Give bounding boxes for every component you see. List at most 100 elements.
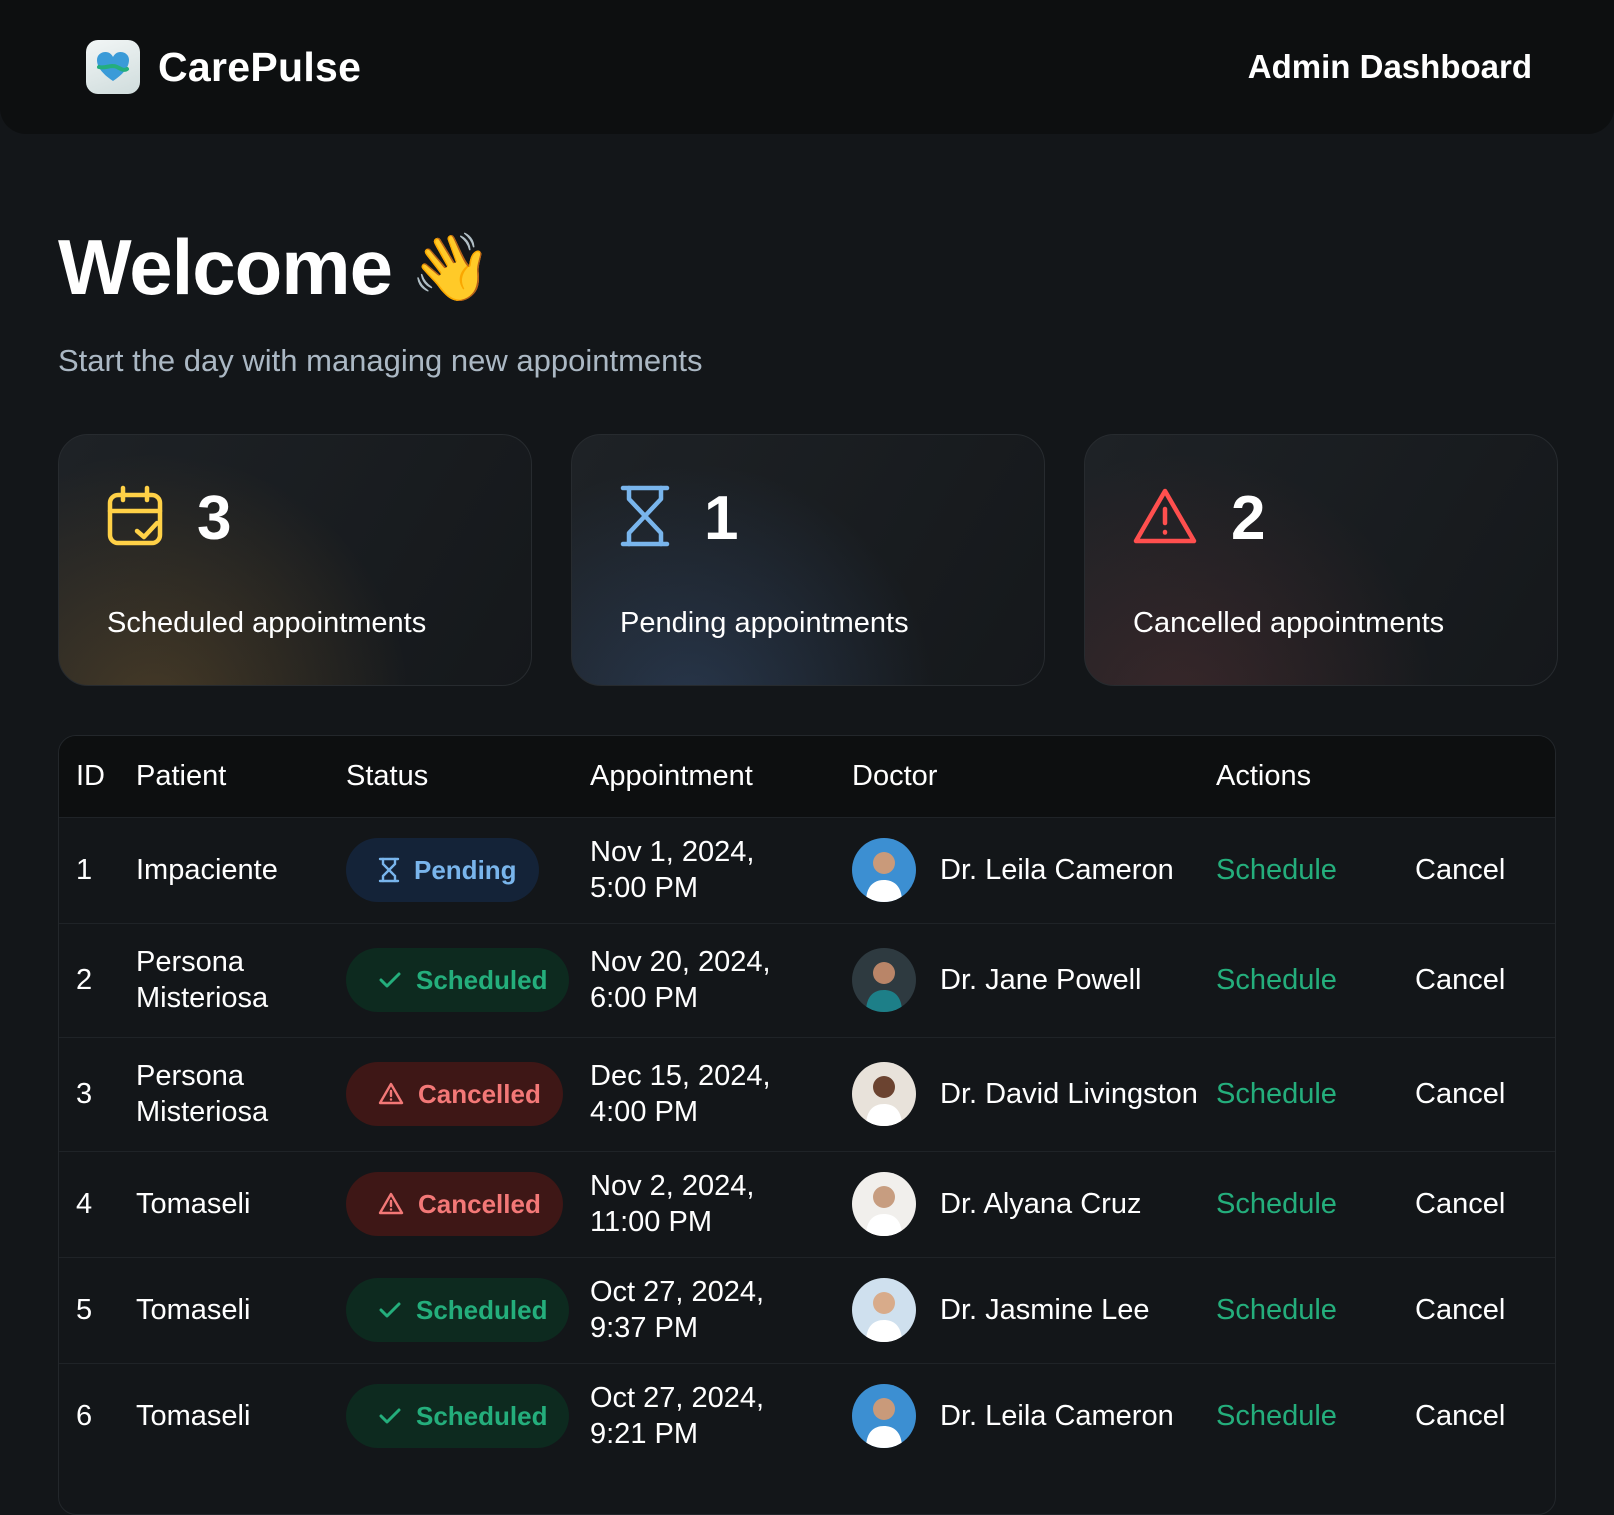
- top-header: CarePulse Admin Dashboard: [0, 0, 1614, 134]
- doctor-avatar: [852, 1062, 916, 1126]
- appointment-date: Nov 2, 2024,: [590, 1169, 755, 1202]
- status-badge-label: Scheduled: [416, 1400, 548, 1431]
- doctor-name: Dr. Jasmine Lee: [940, 1293, 1150, 1326]
- doctor-name: Dr. Jane Powell: [940, 963, 1142, 996]
- cancel-button[interactable]: Cancel: [1415, 1188, 1505, 1220]
- cell-patient: Persona Misteriosa: [136, 922, 346, 1037]
- cell-doctor: Dr. Jasmine Lee: [852, 1256, 1216, 1363]
- cell-doctor: Dr. David Livingston: [852, 1036, 1216, 1151]
- doctor-name: Dr. Leila Cameron: [940, 1399, 1174, 1432]
- cell-status: Scheduled: [346, 1362, 590, 1469]
- check-icon: [378, 1299, 402, 1321]
- table-row: 1 Impaciente Pending Nov 1, 2024, 5:00 PM Dr.…: [59, 816, 1555, 923]
- column-header-doctor: Doctor: [852, 759, 938, 792]
- schedule-button[interactable]: Schedule: [1216, 1078, 1337, 1110]
- brand-name: CarePulse: [158, 43, 362, 90]
- cell-id: 3: [59, 1036, 136, 1151]
- table-row: 4 Tomaseli Cancelled Nov 2, 2024, 11:00 PM Dr…: [59, 1150, 1555, 1257]
- cell-patient: Impaciente: [136, 816, 346, 923]
- status-badge: Scheduled: [346, 1278, 570, 1342]
- stat-count-scheduled: 3: [197, 483, 232, 553]
- cancel-button[interactable]: Cancel: [1415, 854, 1505, 886]
- hourglass-icon: [378, 857, 400, 883]
- cell-status: Scheduled: [346, 1256, 590, 1363]
- doctor-avatar: [852, 1172, 916, 1236]
- appointments-table: ID Patient Status Appointment Doctor Act…: [58, 735, 1556, 1515]
- cancel-button[interactable]: Cancel: [1415, 1078, 1505, 1110]
- status-badge: Pending: [346, 838, 539, 902]
- appointment-time: 5:00 PM: [590, 872, 698, 904]
- waving-hand-icon: 👋: [410, 228, 493, 306]
- appointment-date: Dec 15, 2024,: [590, 1059, 771, 1092]
- hourglass-icon: [620, 485, 670, 552]
- stat-label-scheduled: Scheduled appointments: [107, 607, 427, 639]
- cell-patient: Tomaseli: [136, 1150, 346, 1257]
- cell-appointment: Nov 1, 2024, 5:00 PM: [590, 816, 852, 923]
- welcome-title: Welcome: [58, 223, 393, 311]
- status-badge-label: Pending: [414, 854, 517, 885]
- cell-id: 6: [59, 1362, 136, 1469]
- doctor-name: Dr. David Livingston: [940, 1077, 1198, 1110]
- column-header-appointment: Appointment: [590, 759, 753, 792]
- cell-status: Cancelled: [346, 1150, 590, 1257]
- cancel-button[interactable]: Cancel: [1415, 1400, 1505, 1432]
- table-row: 5 Tomaseli Scheduled Oct 27, 2024, 9:37 PM Dr…: [59, 1256, 1555, 1363]
- cell-doctor: Dr. Jane Powell: [852, 922, 1216, 1037]
- cell-patient: Tomaseli: [136, 1362, 346, 1469]
- warning-icon: [1133, 487, 1197, 550]
- check-icon: [378, 1405, 402, 1427]
- doctor-avatar: [852, 948, 916, 1012]
- status-badge-label: Cancelled: [418, 1188, 541, 1219]
- stat-count-pending: 1: [704, 483, 739, 553]
- status-badge-label: Scheduled: [416, 1294, 548, 1325]
- stat-card-cancelled: 2 Cancelled appointments: [1084, 434, 1558, 686]
- welcome-heading: Welcome 👋: [58, 222, 492, 313]
- column-header-id: ID: [76, 759, 105, 792]
- cell-id: 2: [59, 922, 136, 1037]
- column-header-patient: Patient: [136, 759, 227, 792]
- doctor-name: Dr. Leila Cameron: [940, 853, 1174, 886]
- cancel-button[interactable]: Cancel: [1415, 964, 1505, 996]
- column-header-status: Status: [346, 759, 429, 792]
- appointment-date: Oct 27, 2024,: [590, 1382, 765, 1414]
- status-badge: Scheduled: [346, 948, 570, 1012]
- doctor-avatar: [852, 1278, 916, 1342]
- cell-appointment: Nov 2, 2024, 11:00 PM: [590, 1150, 852, 1257]
- cell-status: Scheduled: [346, 922, 590, 1037]
- doctor-name: Dr. Alyana Cruz: [940, 1187, 1142, 1220]
- schedule-button[interactable]: Schedule: [1216, 1294, 1337, 1326]
- appointment-time: 11:00 PM: [590, 1206, 712, 1238]
- cell-doctor: Dr. Alyana Cruz: [852, 1150, 1216, 1257]
- check-icon: [378, 969, 402, 991]
- schedule-button[interactable]: Schedule: [1216, 1188, 1337, 1220]
- stat-card-scheduled: 3 Scheduled appointments: [58, 434, 532, 686]
- cell-id: 4: [59, 1150, 136, 1257]
- cell-patient: Persona Misteriosa: [136, 1036, 346, 1151]
- column-header-actions: Actions: [1216, 759, 1312, 792]
- cell-appointment: Oct 27, 2024, 9:37 PM: [590, 1256, 852, 1363]
- doctor-avatar: [852, 1384, 916, 1449]
- appointment-time: 9:37 PM: [590, 1312, 698, 1344]
- status-badge: Scheduled: [346, 1384, 570, 1449]
- table-row: 6 Tomaseli Scheduled Oct 27, 2024, 9:21 PM Dr…: [59, 1362, 1555, 1469]
- cell-doctor: Dr. Leila Cameron: [852, 1362, 1216, 1469]
- status-badge: Cancelled: [346, 1172, 563, 1236]
- cell-status: Pending: [346, 816, 590, 923]
- table-header-row: ID Patient Status Appointment Doctor Act…: [59, 736, 1555, 817]
- schedule-button[interactable]: Schedule: [1216, 964, 1337, 996]
- appointment-date: Oct 27, 2024,: [590, 1275, 765, 1308]
- cell-appointment: Oct 27, 2024, 9:21 PM: [590, 1362, 852, 1469]
- table-row: 2 Persona Misteriosa Scheduled Nov 20, 2024…: [59, 922, 1555, 1037]
- schedule-button[interactable]: Schedule: [1216, 1400, 1337, 1432]
- brand-logo[interactable]: CarePulse: [86, 40, 361, 94]
- cell-appointment: Nov 20, 2024, 6:00 PM: [590, 922, 852, 1037]
- welcome-subtitle: Start the day with managing new appointm…: [58, 343, 703, 378]
- schedule-button[interactable]: Schedule: [1216, 854, 1337, 886]
- cell-status: Cancelled: [346, 1036, 590, 1151]
- cancel-button[interactable]: Cancel: [1415, 1294, 1505, 1326]
- stat-label-cancelled: Cancelled appointments: [1133, 607, 1445, 639]
- warning-icon: [378, 1082, 404, 1106]
- cell-appointment: Dec 15, 2024, 4:00 PM: [590, 1036, 852, 1151]
- status-badge-label: Scheduled: [416, 964, 548, 995]
- cell-id: 5: [59, 1256, 136, 1363]
